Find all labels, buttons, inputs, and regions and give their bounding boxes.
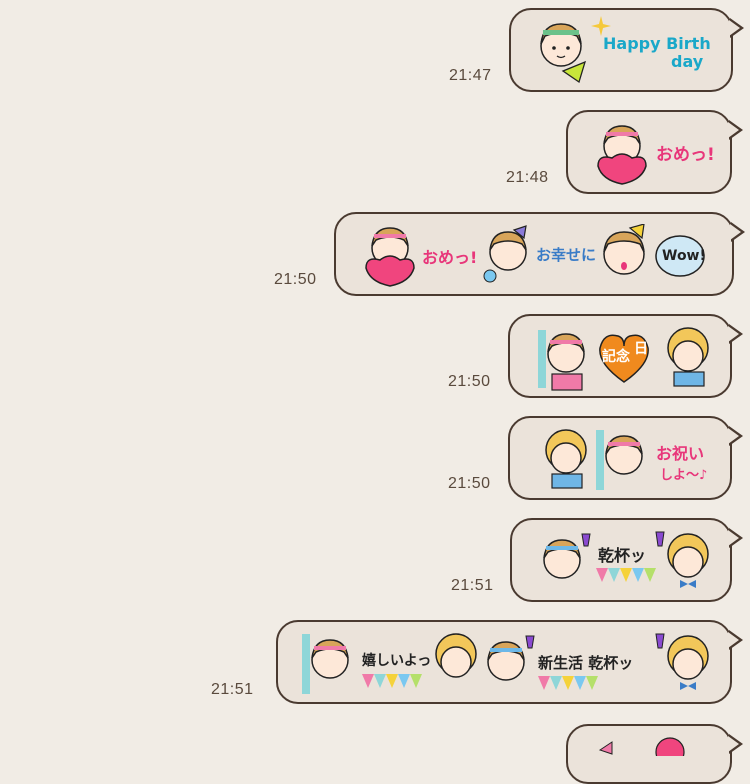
curly-girl-sticker-icon bbox=[655, 531, 709, 588]
sticker-message[interactable] bbox=[566, 724, 743, 784]
curly-girl-sticker-icon bbox=[667, 327, 709, 387]
sticker-caption: しよ〜♪ bbox=[660, 468, 708, 483]
sticker-caption: 日 bbox=[634, 341, 648, 357]
girl-sticker-icon bbox=[487, 635, 535, 681]
sticker-caption: 嬉しいよっ bbox=[362, 653, 432, 669]
bunting-icon bbox=[596, 568, 656, 582]
message-time: 21:50 bbox=[448, 475, 491, 492]
sticker-message[interactable]: お祝い しよ〜♪ bbox=[508, 416, 743, 500]
sticker-caption: Happy Birth bbox=[603, 34, 711, 53]
sticker-caption: Wow! bbox=[662, 248, 706, 264]
chat-area: 21:47 Happy Birth day 21:48 おめっ! 21:50 お… bbox=[0, 0, 750, 784]
curly-girl-sticker-icon bbox=[655, 633, 709, 690]
sticker-message[interactable]: 嬉しいよっ 新生活 乾杯ッ bbox=[276, 620, 743, 704]
sticker-caption: 新生活 乾杯ッ bbox=[538, 654, 634, 672]
sticker-caption: 乾杯ッ bbox=[598, 546, 647, 565]
girl-sticker-icon bbox=[538, 330, 585, 391]
sparkle-icon bbox=[591, 16, 611, 36]
girl-sticker-icon bbox=[603, 224, 645, 275]
sticker-message[interactable]: おめっ! お幸せに Wow! bbox=[334, 212, 745, 296]
sticker-caption: お幸せに bbox=[536, 246, 597, 264]
message-time: 21:47 bbox=[449, 67, 492, 84]
sticker-caption: おめっ! bbox=[656, 145, 715, 165]
bunting-icon bbox=[362, 674, 422, 688]
girl-sticker-icon bbox=[302, 634, 349, 694]
sticker-message[interactable]: 記念 日 bbox=[508, 314, 743, 398]
sticker-caption: 記念 bbox=[602, 349, 630, 365]
sticker-partial-icon bbox=[598, 737, 685, 756]
message-time: 21:50 bbox=[274, 271, 317, 288]
girl-sticker-icon bbox=[543, 533, 591, 579]
message-time: 21:51 bbox=[211, 681, 254, 698]
sticker-caption: お祝い bbox=[656, 444, 705, 463]
bunting-icon bbox=[538, 676, 598, 690]
sticker-message[interactable]: おめっ! bbox=[566, 110, 743, 194]
message-time: 21:48 bbox=[506, 169, 549, 186]
girl-sticker-icon bbox=[596, 430, 643, 490]
girl-sticker-icon bbox=[597, 125, 647, 185]
girl-sticker-icon bbox=[540, 23, 587, 84]
sticker-message[interactable]: Happy Birth day bbox=[509, 8, 744, 92]
message-time: 21:50 bbox=[448, 373, 491, 390]
curly-girl-sticker-icon bbox=[545, 429, 587, 489]
curly-girl-sticker-icon bbox=[435, 633, 477, 678]
girl-sticker-icon bbox=[365, 227, 415, 287]
girl-sticker-icon bbox=[483, 225, 527, 283]
message-time: 21:51 bbox=[451, 577, 494, 594]
sticker-caption: day bbox=[671, 52, 704, 71]
sticker-message[interactable]: 乾杯ッ bbox=[510, 518, 743, 602]
sticker-caption: おめっ! bbox=[422, 248, 478, 267]
